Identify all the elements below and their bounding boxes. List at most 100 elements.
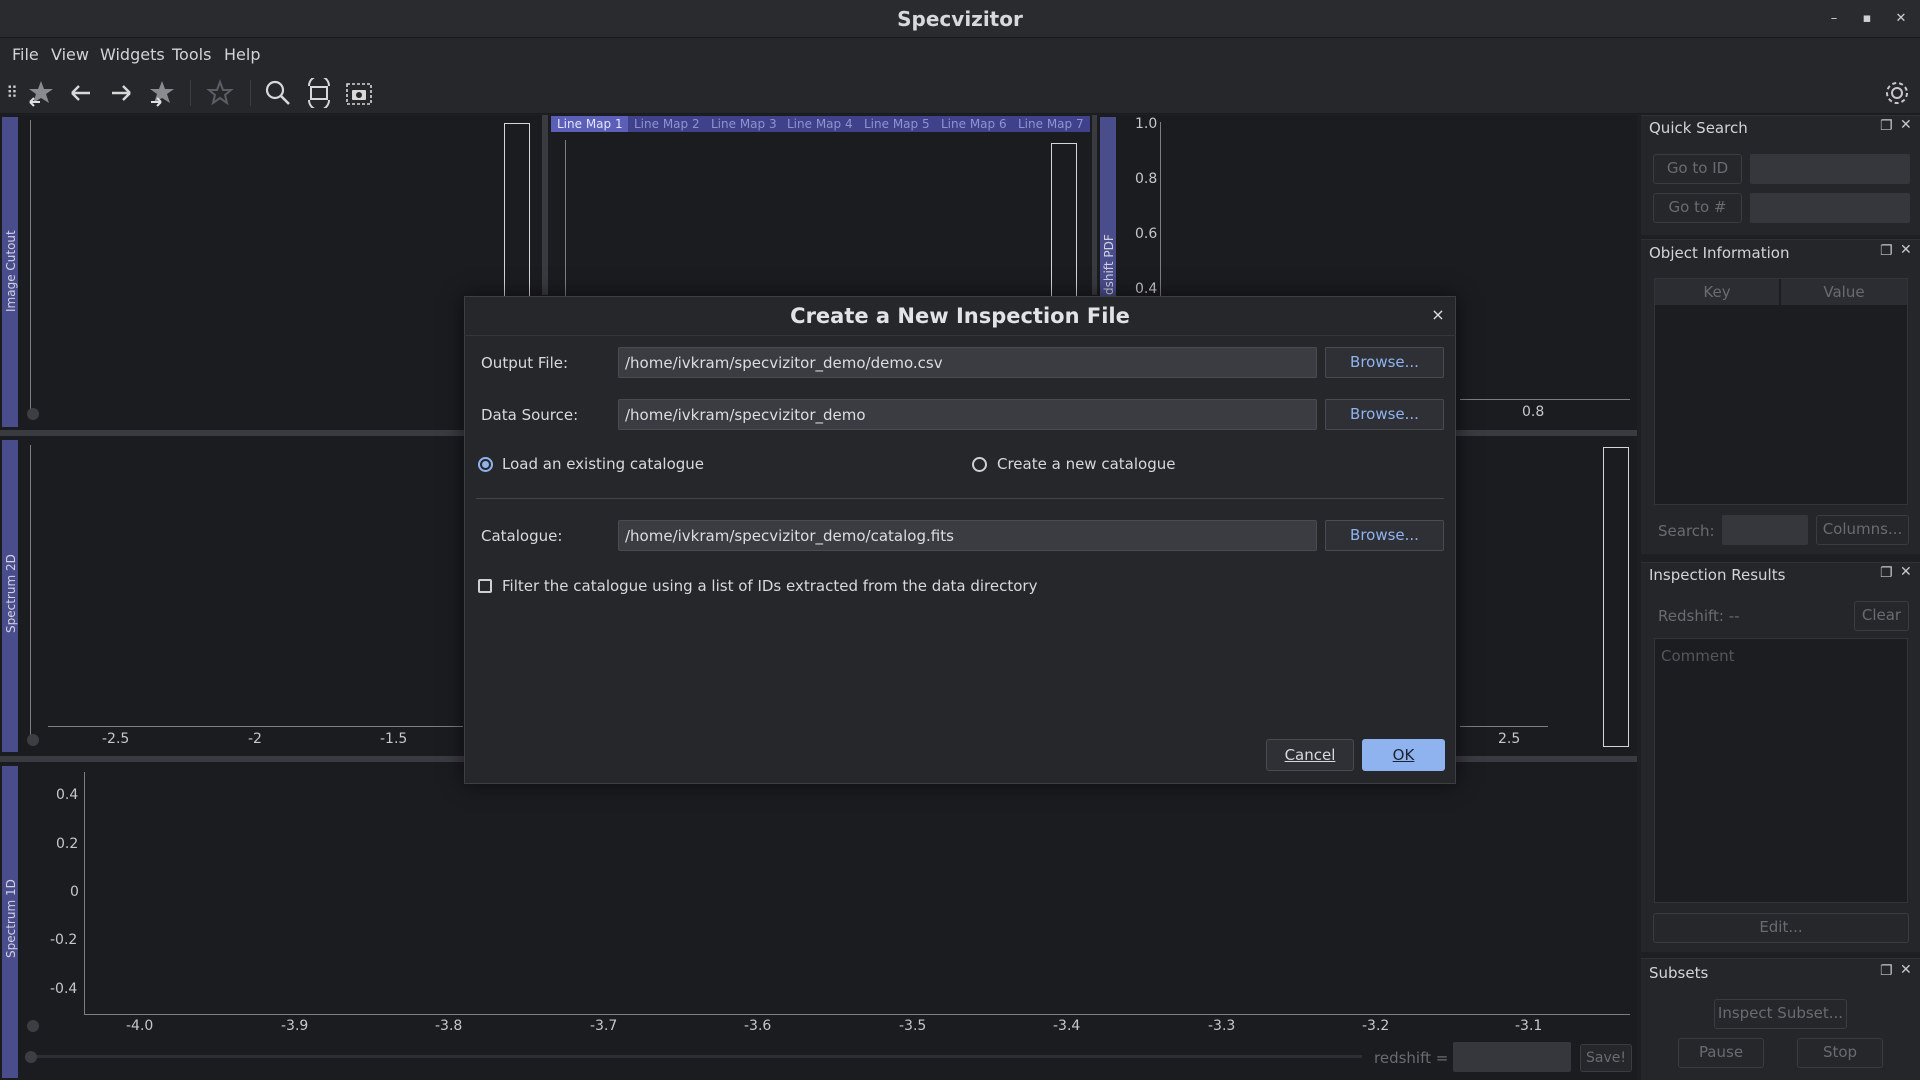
- tab-line-map-4[interactable]: Line Map 4: [781, 116, 859, 132]
- redshift-pdf-x-axis: [1460, 399, 1630, 400]
- window-title: Specvizitor: [897, 7, 1023, 31]
- redshift-pdf-y-tick: 1.0: [1135, 116, 1158, 132]
- redshift-slider[interactable]: [32, 1055, 1362, 1058]
- undock-icon[interactable]: ❐: [1880, 243, 1893, 259]
- tab-line-map-2[interactable]: Line Map 2: [628, 116, 706, 132]
- spectrum-2d-axis: [30, 445, 31, 735]
- spectrum-1d-axis-knob[interactable]: [27, 1020, 39, 1032]
- close-icon[interactable]: ✕: [1900, 242, 1912, 258]
- screenshot-icon[interactable]: [344, 78, 374, 108]
- spectrum-2d-x-axis: [1460, 726, 1548, 727]
- object-info-table[interactable]: [1654, 278, 1908, 505]
- clear-button[interactable]: Clear: [1854, 601, 1909, 631]
- spectrum-1d-y-axis: [84, 772, 85, 1014]
- filter-catalogue-checkbox[interactable]: [478, 579, 492, 593]
- spectrum-1d-x-tick: -3.1: [1515, 1018, 1543, 1034]
- menu-help[interactable]: Help: [224, 45, 260, 67]
- stop-button[interactable]: Stop: [1797, 1038, 1883, 1068]
- toolbar-separator: [190, 80, 191, 106]
- star-icon[interactable]: [205, 78, 235, 108]
- image-cutout-slider-knob[interactable]: [27, 408, 39, 420]
- create-new-radio[interactable]: [972, 457, 987, 472]
- gear-icon[interactable]: [1882, 78, 1912, 108]
- tab-line-map-1[interactable]: Line Map 1: [551, 116, 629, 132]
- columns-button[interactable]: Columns...: [1816, 515, 1909, 545]
- filter-catalogue-label[interactable]: Filter the catalogue using a list of IDs…: [502, 577, 1037, 595]
- inspect-subset-button[interactable]: Inspect Subset...: [1714, 999, 1847, 1029]
- menu-file[interactable]: File: [12, 45, 39, 67]
- cancel-button[interactable]: Cancel: [1266, 739, 1354, 771]
- spectrum-1d-x-tick: -3.7: [590, 1018, 618, 1034]
- spectrum-2d-label: Spectrum 2D: [4, 554, 18, 633]
- close-icon[interactable]: ✕: [1900, 962, 1912, 978]
- save-redshift-button[interactable]: Save!: [1580, 1044, 1632, 1072]
- panel-splitter[interactable]: [542, 115, 548, 295]
- zoom-icon[interactable]: [263, 78, 293, 108]
- comment-textarea[interactable]: Comment: [1654, 638, 1908, 903]
- object-search-input[interactable]: [1722, 515, 1808, 545]
- create-new-label[interactable]: Create a new catalogue: [997, 455, 1175, 473]
- pause-button[interactable]: Pause: [1678, 1038, 1764, 1068]
- spectrum-2d-colorbar[interactable]: [1603, 447, 1629, 747]
- go-to-number-button[interactable]: Go to #: [1653, 193, 1742, 223]
- line-map-colorbar[interactable]: [1051, 143, 1077, 298]
- tab-line-map-5[interactable]: Line Map 5: [858, 116, 936, 132]
- close-icon[interactable]: ✕: [1900, 117, 1912, 133]
- data-source-input[interactable]: [618, 399, 1317, 430]
- column-header-value[interactable]: Value: [1781, 279, 1907, 305]
- spectrum-1d-x-tick: -3.3: [1208, 1018, 1236, 1034]
- reset-view-icon[interactable]: [304, 75, 334, 111]
- arrow-right-icon[interactable]: [106, 78, 136, 108]
- redshift-input[interactable]: [1453, 1042, 1571, 1072]
- tab-line-map-7[interactable]: Line Map 7: [1012, 116, 1090, 132]
- minimize-button[interactable]: –: [1823, 8, 1845, 30]
- grip-icon[interactable]: ⠿: [4, 78, 20, 108]
- go-to-id-input[interactable]: [1750, 154, 1910, 184]
- undock-icon[interactable]: ❐: [1880, 963, 1893, 979]
- image-cutout-axis: [30, 120, 31, 410]
- undock-icon[interactable]: ❐: [1880, 565, 1893, 581]
- spectrum-1d-x-tick: -3.4: [1053, 1018, 1081, 1034]
- redshift-slider-knob[interactable]: [25, 1051, 37, 1063]
- load-existing-radio[interactable]: [478, 457, 493, 472]
- spectrum-1d-y-tick: 0.2: [56, 836, 79, 852]
- maximize-button[interactable]: ▪: [1856, 8, 1878, 30]
- star-back-icon[interactable]: [26, 78, 56, 108]
- go-to-number-input[interactable]: [1750, 193, 1910, 223]
- catalogue-label: Catalogue:: [481, 527, 563, 545]
- data-source-browse-button[interactable]: Browse...: [1325, 399, 1444, 430]
- close-icon[interactable]: ×: [1428, 305, 1448, 325]
- catalogue-browse-button[interactable]: Browse...: [1325, 520, 1444, 551]
- panel-splitter[interactable]: [1092, 115, 1097, 295]
- menu-widgets[interactable]: Widgets: [100, 45, 165, 67]
- tab-line-map-6[interactable]: Line Map 6: [935, 116, 1013, 132]
- spectrum-1d-y-tick: 0.4: [56, 787, 79, 803]
- spectrum-1d-y-tick: 0: [70, 884, 79, 900]
- spectrum-1d-x-tick: -3.9: [281, 1018, 309, 1034]
- column-header-key[interactable]: Key: [1655, 279, 1779, 305]
- output-file-label: Output File:: [481, 354, 569, 372]
- ok-button[interactable]: OK: [1362, 739, 1445, 771]
- redshift-label: redshift =: [1374, 1049, 1449, 1067]
- menu-tools[interactable]: Tools: [172, 45, 211, 67]
- load-existing-label[interactable]: Load an existing catalogue: [502, 455, 704, 473]
- spectrum-2d-slider-knob[interactable]: [27, 734, 39, 746]
- catalogue-input[interactable]: [618, 520, 1317, 551]
- output-file-input[interactable]: [618, 347, 1317, 378]
- menu-view[interactable]: View: [51, 45, 89, 67]
- output-file-browse-button[interactable]: Browse...: [1325, 347, 1444, 378]
- spectrum-1d-label: Spectrum 1D: [4, 879, 18, 958]
- undock-icon[interactable]: ❐: [1880, 118, 1893, 134]
- spectrum-1d-y-tick: -0.4: [50, 981, 78, 997]
- go-to-id-button[interactable]: Go to ID: [1653, 154, 1742, 184]
- spectrum-1d-x-tick: -3.6: [744, 1018, 772, 1034]
- close-icon[interactable]: ✕: [1900, 564, 1912, 580]
- subsets-title: Subsets: [1649, 964, 1709, 982]
- arrow-left-icon[interactable]: [66, 78, 96, 108]
- redshift-pdf-x-tick: 0.8: [1522, 404, 1545, 420]
- spectrum-2d-x-tick: -2: [248, 731, 262, 747]
- close-window-button[interactable]: ✕: [1890, 8, 1912, 30]
- edit-button[interactable]: Edit...: [1653, 913, 1909, 943]
- tab-line-map-3[interactable]: Line Map 3: [705, 116, 783, 132]
- star-forward-icon[interactable]: [147, 78, 177, 108]
